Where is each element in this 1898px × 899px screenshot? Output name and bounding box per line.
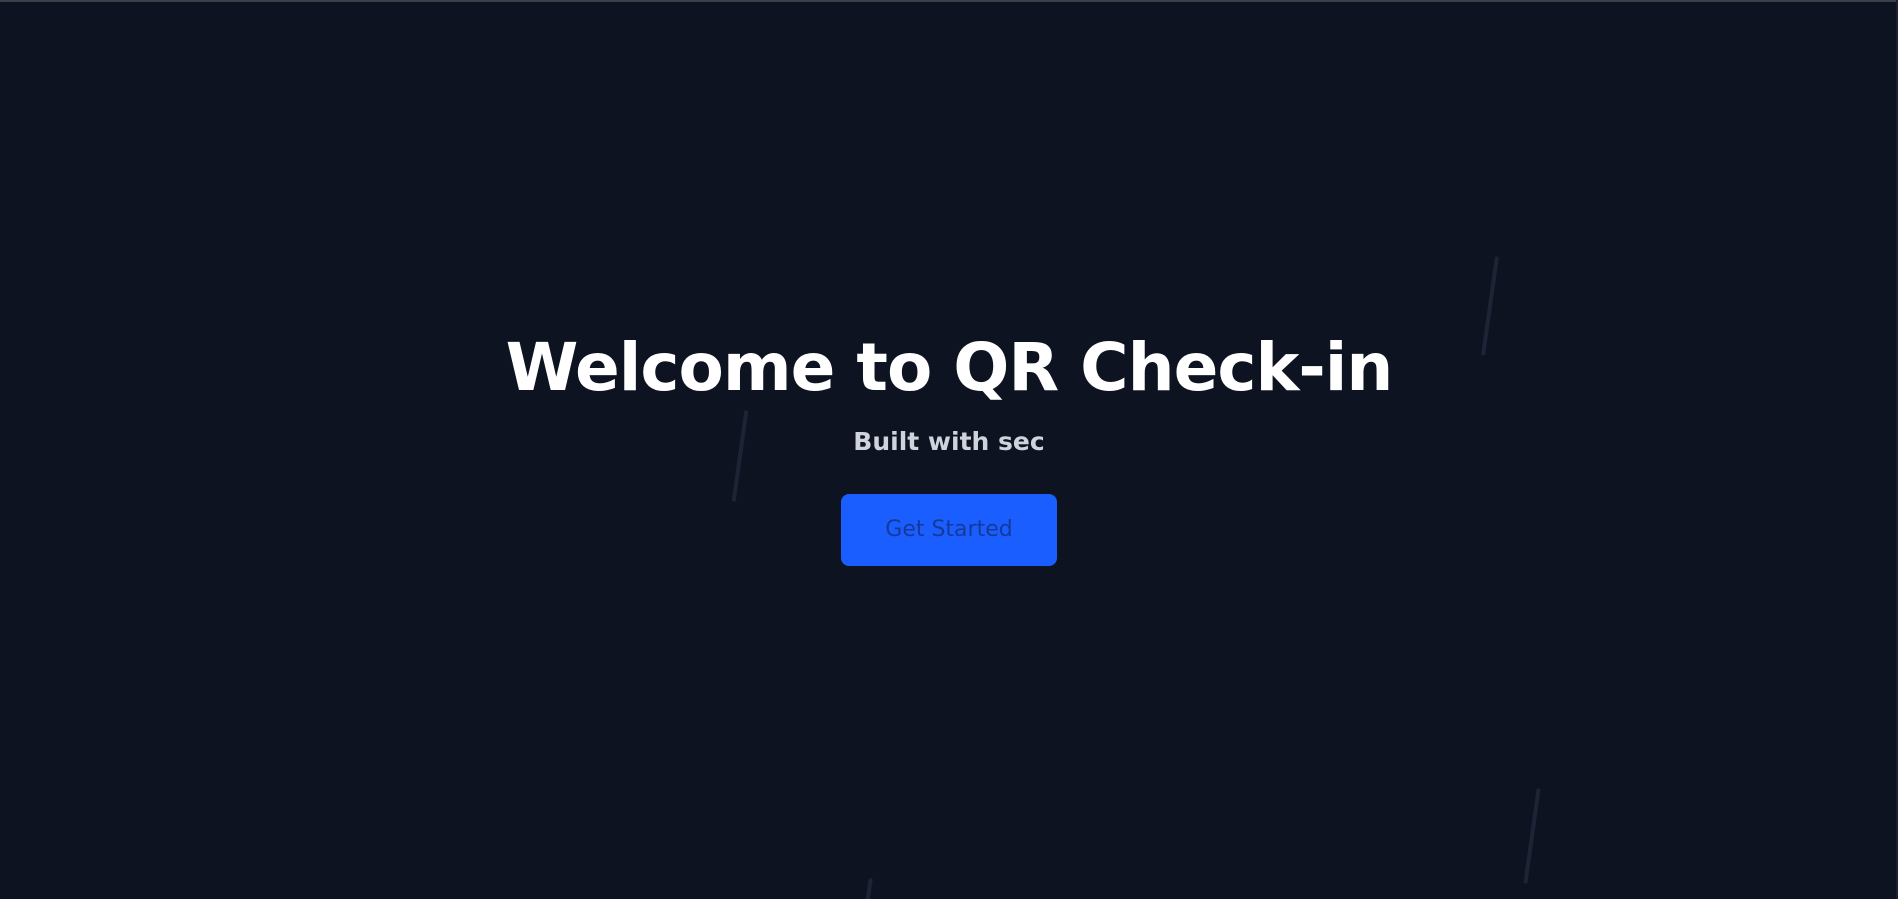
landing-page: Welcome to QR Check-in Built with sec Ge… xyxy=(0,0,1898,899)
background-streak xyxy=(863,877,873,899)
window-top-border xyxy=(0,0,1898,2)
hero-subtitle: Built with sec xyxy=(853,427,1045,456)
get-started-button[interactable]: Get Started xyxy=(841,494,1057,566)
background-streak xyxy=(1523,788,1541,884)
hero-section: Welcome to QR Check-in Built with sec Ge… xyxy=(0,320,1898,566)
hero-title: Welcome to QR Check-in xyxy=(505,329,1394,406)
